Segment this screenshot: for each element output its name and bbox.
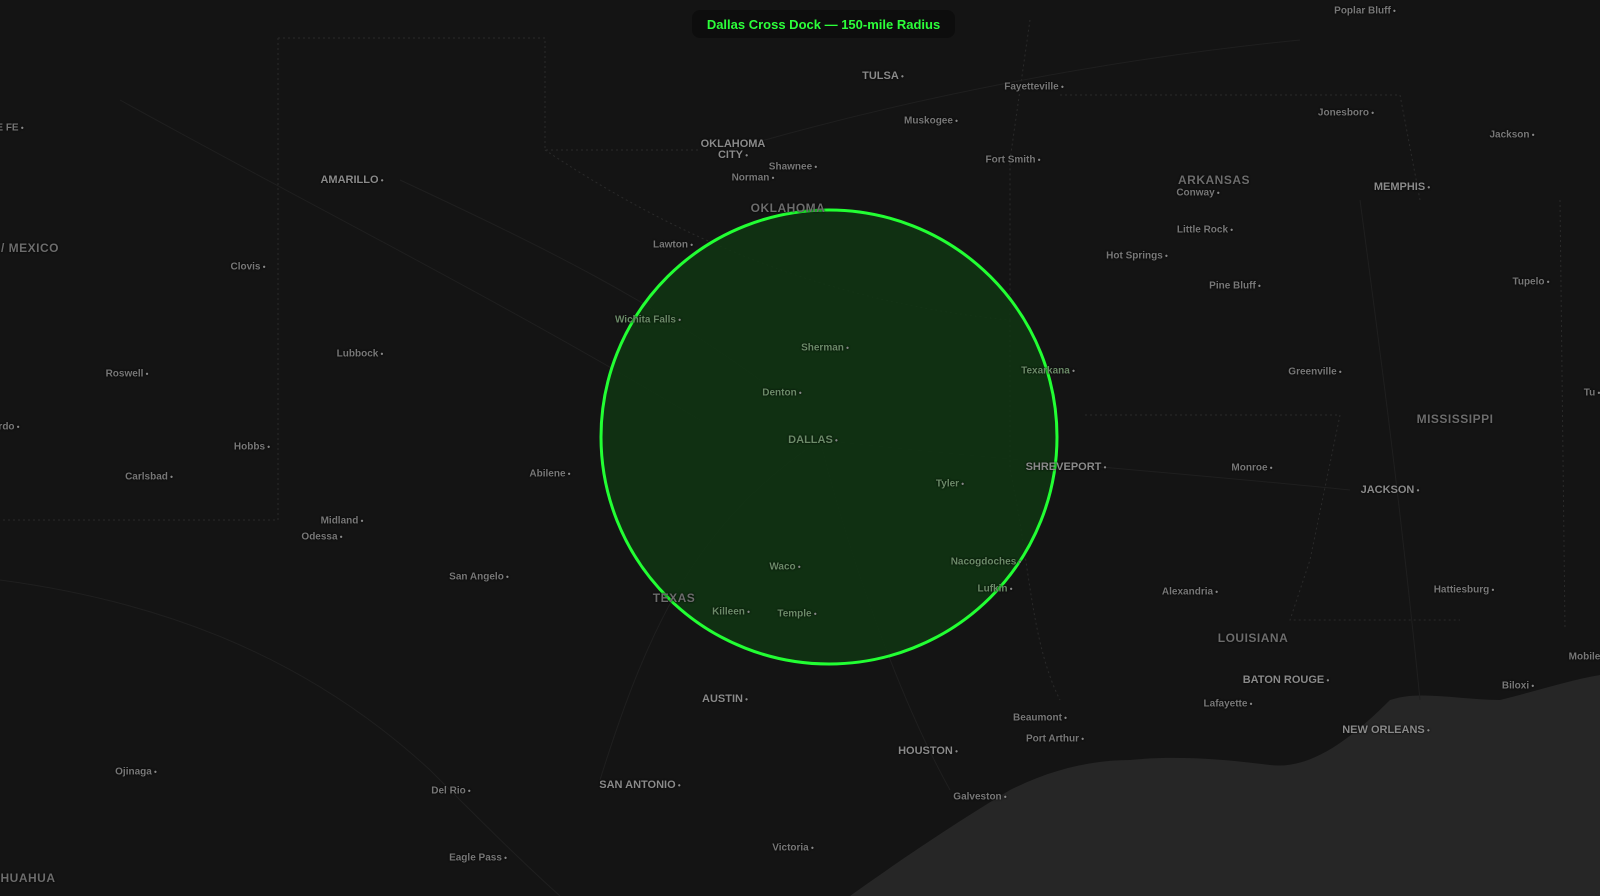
city-label: Conway xyxy=(1176,188,1219,199)
city-label: Alexandria xyxy=(1162,587,1218,598)
city-label: NEW ORLEANS xyxy=(1342,724,1430,736)
state-label: OKLAHOMA xyxy=(750,201,826,215)
city-label: Little Rock xyxy=(1177,225,1233,236)
city-label: Hobbs xyxy=(234,442,270,453)
city-label: Texarkana xyxy=(1021,366,1075,377)
city-label: Monroe xyxy=(1231,463,1272,474)
state-label: ARKANSAS xyxy=(1177,173,1251,187)
city-label: Lufkin xyxy=(977,584,1012,595)
city-label: Lawton xyxy=(653,240,693,251)
city-label: rdo xyxy=(0,422,20,433)
city-label: AMARILLO xyxy=(320,174,383,186)
city-label: Greenville xyxy=(1288,367,1341,378)
city-label: Fayetteville xyxy=(1004,82,1064,93)
city-label: SHREVEPORT xyxy=(1026,461,1107,473)
state-label: MISSISSIPPI xyxy=(1416,412,1494,426)
city-label: Jackson xyxy=(1489,130,1534,141)
city-label: Mobile xyxy=(1569,652,1600,663)
city-label: Tu xyxy=(1584,388,1600,399)
city-label: Abilene xyxy=(529,469,570,480)
city-label: Norman xyxy=(732,173,775,184)
state-label: / MEXICO xyxy=(0,241,60,255)
city-label: Killeen xyxy=(712,607,750,618)
map-title: Dallas Cross Dock — 150-mile Radius xyxy=(692,10,955,38)
city-label: Nacogdoches xyxy=(951,557,1022,568)
city-label: Temple xyxy=(777,609,816,620)
city-label: Hot Springs xyxy=(1106,251,1168,262)
city-label: Midland xyxy=(321,516,364,527)
city-label: Pine Bluff xyxy=(1209,281,1261,292)
city-label: Victoria xyxy=(772,843,814,854)
city-label: Denton xyxy=(762,388,801,399)
city-label: HOUSTON xyxy=(898,745,958,757)
city-label: Odessa xyxy=(301,532,342,543)
city-label: Hattiesburg xyxy=(1434,585,1495,596)
city-label: Clovis xyxy=(230,262,265,273)
state-label: TEXAS xyxy=(652,591,696,605)
city-label: Biloxi xyxy=(1502,681,1534,692)
city-label: Muskogee xyxy=(904,116,958,127)
city-label: Fort Smith xyxy=(985,155,1040,166)
city-label: Tupelo xyxy=(1512,277,1549,288)
state-label: HUAHUA xyxy=(0,871,56,885)
city-label: Tyler xyxy=(936,479,964,490)
city-label: JACKSON xyxy=(1361,484,1420,496)
city-label: DALLAS xyxy=(788,434,838,446)
city-label: SAN ANTONIO xyxy=(599,779,680,791)
city-label: Sherman xyxy=(801,343,849,354)
city-label: Beaumont xyxy=(1013,713,1067,724)
city-label: Waco xyxy=(769,562,800,573)
city-label: Poplar Bluff xyxy=(1334,6,1396,17)
state-label: LOUISIANA xyxy=(1217,631,1289,645)
city-label: TULSA xyxy=(862,70,904,82)
city-label: Shawnee xyxy=(769,162,817,173)
city-label: Wichita Falls xyxy=(615,315,681,326)
city-label: Galveston xyxy=(953,792,1006,803)
city-label: San Angelo xyxy=(449,572,509,583)
city-label: Del Rio xyxy=(431,786,470,797)
city-label: Ojinaga xyxy=(115,767,157,778)
city-label: Carlsbad xyxy=(125,472,173,483)
city-label: Port Arthur xyxy=(1026,734,1084,745)
city-label: Lubbock xyxy=(337,349,384,360)
city-label: OKLAHOMA CITY xyxy=(698,139,768,161)
city-label: AUSTIN xyxy=(702,693,748,705)
city-label: Jonesboro xyxy=(1318,108,1374,119)
city-label: MEMPHIS xyxy=(1374,181,1430,193)
city-label: E FE xyxy=(0,123,24,134)
city-label: BATON ROUGE xyxy=(1243,674,1330,686)
city-label: Lafayette xyxy=(1204,699,1253,710)
city-label: Eagle Pass xyxy=(449,853,507,864)
city-label: Roswell xyxy=(106,369,149,380)
